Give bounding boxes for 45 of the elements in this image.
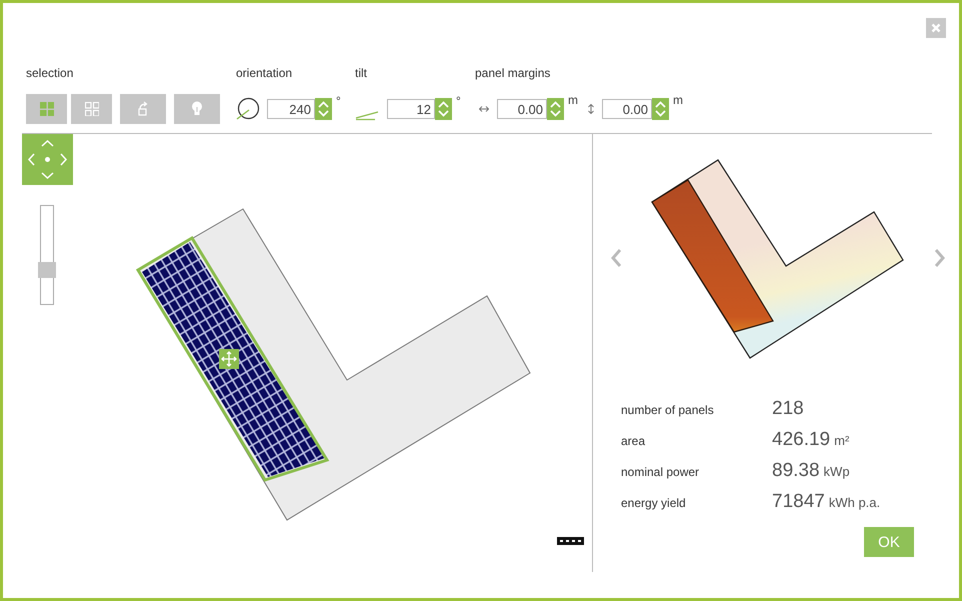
selection-button[interactable] bbox=[120, 94, 166, 124]
spinner-button[interactable] bbox=[435, 98, 452, 120]
rotate-icon bbox=[136, 101, 150, 117]
slider-thumb[interactable] bbox=[38, 262, 56, 278]
tilt-field[interactable]: 12 bbox=[387, 99, 435, 119]
degree-unit: ° bbox=[336, 94, 341, 108]
orientation-label: orientation bbox=[236, 66, 294, 80]
margin-field[interactable]: 0.00 bbox=[497, 99, 547, 119]
zoom-slider[interactable] bbox=[40, 205, 54, 305]
scale-bar-icon bbox=[557, 537, 584, 545]
meter-unit: m bbox=[673, 93, 683, 107]
tilt-icon bbox=[355, 109, 379, 121]
close-button[interactable] bbox=[926, 18, 946, 38]
stat-value: 71847 kWh p.a. bbox=[772, 491, 882, 513]
selection-label: selection bbox=[26, 66, 74, 80]
spinner-button[interactable] bbox=[315, 98, 332, 120]
grid-icon bbox=[84, 102, 98, 116]
panel-margins-label: panel margins bbox=[475, 66, 552, 80]
lightbulb-icon bbox=[191, 101, 203, 117]
stat-value: 426.19 m² bbox=[772, 429, 850, 451]
close-icon bbox=[931, 23, 941, 33]
spinner-button[interactable] bbox=[547, 98, 564, 120]
pan-control[interactable] bbox=[22, 134, 73, 185]
move-handle-icon[interactable] bbox=[219, 349, 239, 369]
orientation-field[interactable]: 240 bbox=[267, 99, 315, 119]
stat-value: 89.38 kWp bbox=[772, 460, 851, 482]
vertical-arrow-icon bbox=[588, 104, 594, 114]
compass-icon bbox=[236, 97, 260, 121]
degree-unit: ° bbox=[456, 94, 461, 108]
stat-label: area bbox=[621, 434, 646, 448]
grid-icon bbox=[40, 102, 54, 116]
selection-button[interactable] bbox=[174, 94, 220, 124]
meter-unit: m bbox=[568, 93, 578, 107]
tilt-label: tilt bbox=[355, 66, 368, 80]
stat-label: number of panels bbox=[621, 403, 715, 417]
selection-button[interactable] bbox=[26, 94, 67, 124]
margin-field[interactable]: 0.00 bbox=[602, 99, 652, 119]
horizontal-arrow-icon bbox=[479, 106, 489, 112]
stat-label: nominal power bbox=[621, 465, 700, 479]
spinner-button[interactable] bbox=[652, 98, 669, 120]
previous-arrow-icon[interactable] bbox=[609, 248, 623, 270]
selection-button[interactable] bbox=[71, 94, 112, 124]
next-arrow-icon[interactable] bbox=[933, 248, 947, 270]
stat-value: 218 bbox=[772, 398, 805, 420]
stat-label: energy yield bbox=[621, 496, 687, 510]
